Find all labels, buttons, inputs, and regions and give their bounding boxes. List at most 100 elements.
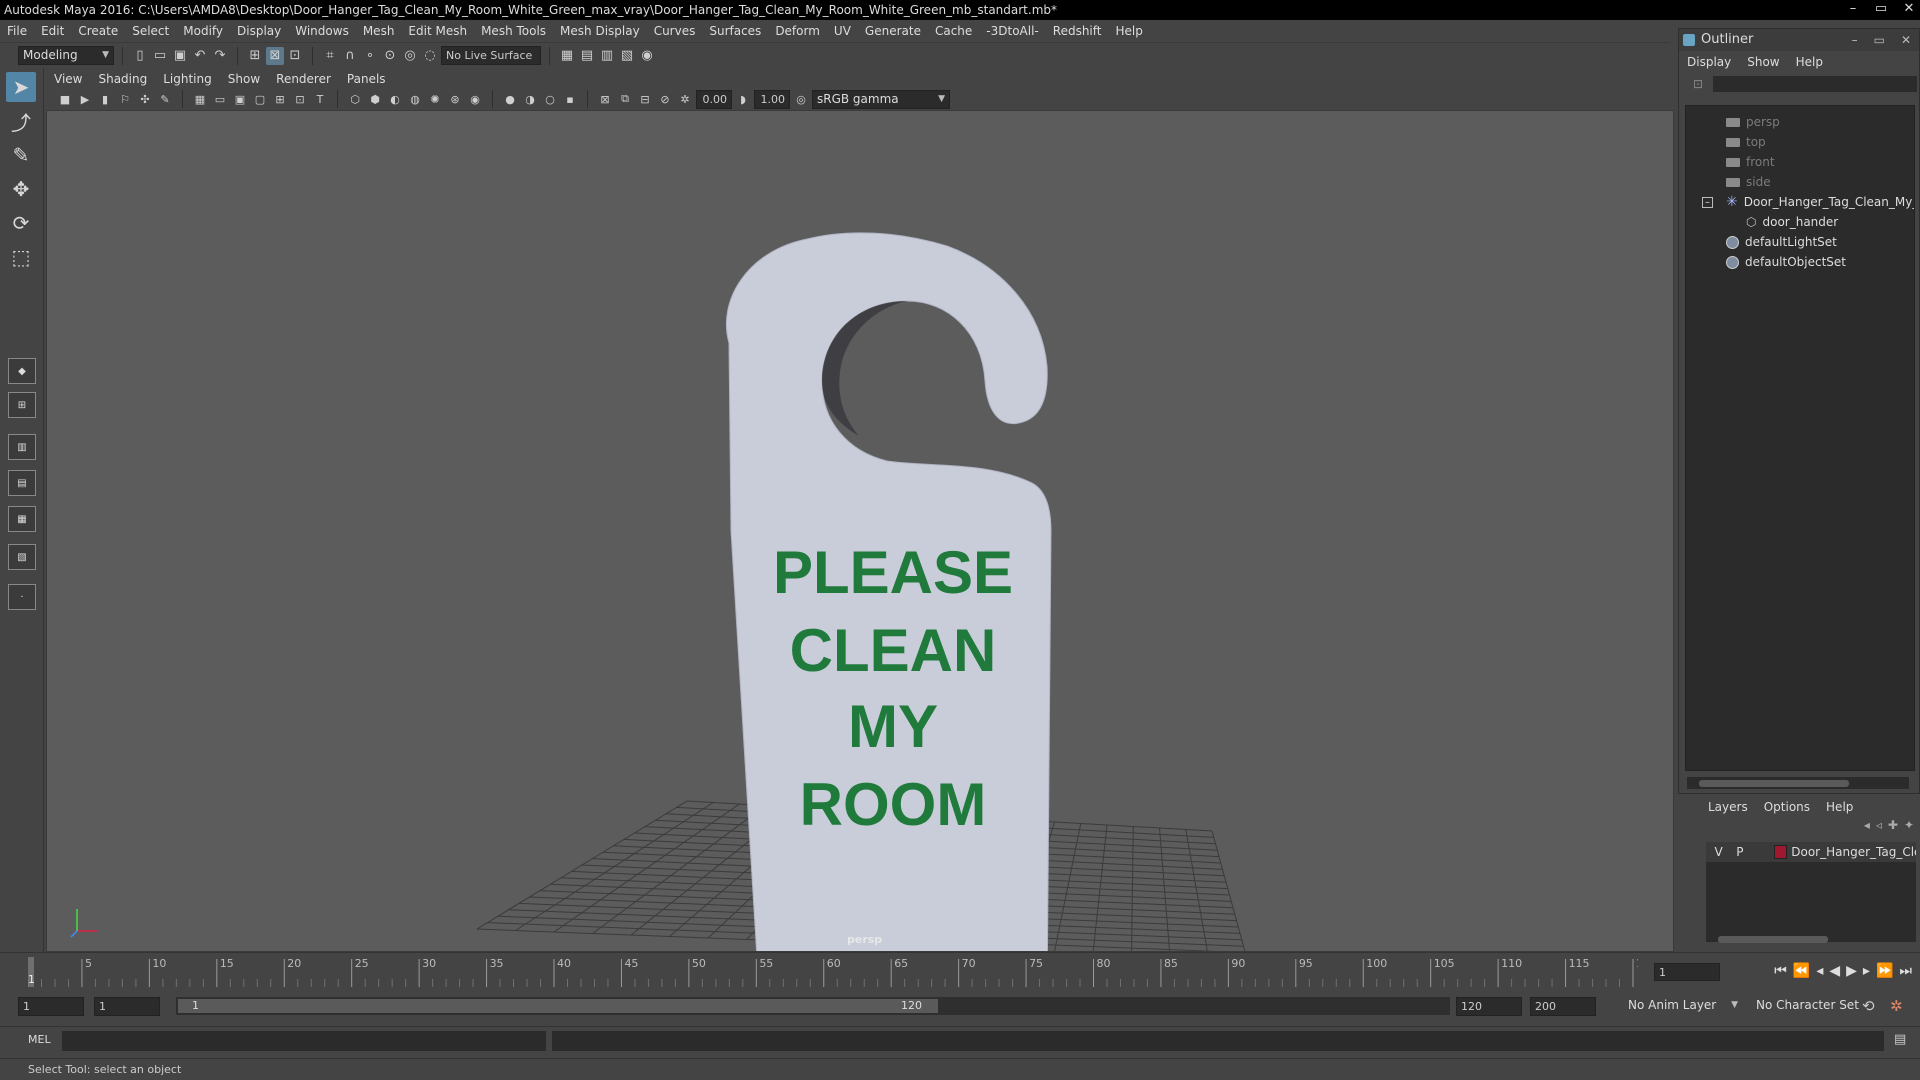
layer-playback-toggle[interactable]: P (1731, 845, 1748, 859)
paint-select-tool-icon[interactable]: ✎ (6, 140, 36, 170)
minimize-icon[interactable]: – (1852, 29, 1858, 51)
playback-end-field[interactable]: 120 (1456, 997, 1522, 1016)
outliner-horizontal-scrollbar[interactable] (1687, 777, 1909, 789)
scale-tool-icon[interactable]: ⬚ (6, 242, 36, 272)
current-frame-field[interactable]: 1 (1654, 963, 1720, 981)
single-perspective-layout-icon[interactable]: ◆ (8, 358, 36, 384)
open-scene-icon[interactable]: ▭ (151, 47, 169, 65)
playback-range-handle[interactable]: 1 120 (178, 999, 938, 1013)
menu-edit[interactable]: Edit (34, 24, 71, 38)
step-back-frame-icon[interactable]: ◂ (1816, 963, 1823, 979)
new-layer-icon[interactable]: ✚ (1888, 818, 1898, 838)
move-layer-up-icon[interactable]: ◂ (1864, 818, 1870, 838)
bookmark-icon[interactable]: ▮ (96, 90, 114, 108)
antialiasing-icon[interactable]: ◑ (521, 90, 539, 108)
menu-redshift[interactable]: Redshift (1046, 24, 1109, 38)
minimize-icon[interactable]: – (1846, 0, 1860, 20)
menu-deform[interactable]: Deform (768, 24, 827, 38)
menu-modify[interactable]: Modify (176, 24, 230, 38)
layer-row[interactable]: V P Door_Hanger_Tag_Cle (1706, 842, 1916, 862)
script-editor-icon[interactable]: ▤ (1894, 1032, 1906, 1047)
xray-icon[interactable]: ▪ (561, 90, 579, 108)
camera-tools-icon[interactable]: ▶ (76, 90, 94, 108)
outliner-menu-display[interactable]: Display (1679, 55, 1739, 69)
wireframe-on-shaded-icon[interactable]: ◐ (386, 90, 404, 108)
panel-menu-lighting[interactable]: Lighting (155, 72, 220, 86)
menu-create[interactable]: Create (71, 24, 125, 38)
grid-toggle-icon[interactable]: ▦ (191, 90, 209, 108)
hypershade-icon[interactable]: ◉ (638, 47, 656, 65)
panel-menu-panels[interactable]: Panels (339, 72, 394, 86)
panel-menu-shading[interactable]: Shading (90, 72, 155, 86)
outliner-menu-help[interactable]: Help (1788, 55, 1831, 69)
go-to-end-icon[interactable]: ⏭ (1899, 963, 1912, 979)
safe-title-icon[interactable]: T (311, 90, 329, 108)
grease-pencil-icon[interactable]: ✎ (156, 90, 174, 108)
menu-display[interactable]: Display (230, 24, 288, 38)
render-settings-icon[interactable]: ▧ (618, 47, 636, 65)
save-scene-icon[interactable]: ▣ (171, 47, 189, 65)
step-back-key-icon[interactable]: ⏪ (1793, 963, 1810, 979)
gamma-field[interactable]: 1.00 (754, 89, 790, 109)
outliner-item[interactable]: persp (1726, 112, 1780, 132)
character-set-dropdown[interactable]: No Character Set (1752, 997, 1860, 1016)
redo-icon[interactable]: ↷ (211, 47, 229, 65)
image-plane-icon[interactable]: ⚐ (116, 90, 134, 108)
playback-range-bar[interactable]: 1 120 (176, 997, 1450, 1015)
outliner-search-input[interactable] (1713, 76, 1918, 92)
move-layer-down-icon[interactable]: ◃ (1876, 818, 1882, 838)
outliner-item[interactable]: ⬡ door_hander (1746, 212, 1838, 232)
live-surface-field[interactable]: No Live Surface (441, 46, 541, 65)
filter-icon[interactable]: ⊡ (1693, 77, 1703, 91)
color-management-icon[interactable]: ◎ (792, 90, 810, 108)
menu-curves[interactable]: Curves (647, 24, 703, 38)
ambient-occlusion-icon[interactable]: ◉ (466, 90, 484, 108)
lasso-tool-icon[interactable]: ⤴ (6, 106, 36, 136)
layer-menu-options[interactable]: Options (1756, 800, 1818, 814)
2d-pan-zoom-icon[interactable]: ✣ (136, 90, 154, 108)
gate-mask-icon[interactable]: ▢ (251, 90, 269, 108)
maximize-icon[interactable]: ▭ (1874, 29, 1885, 51)
outliner-item[interactable]: defaultObjectSet (1726, 252, 1846, 272)
menu-help[interactable]: Help (1108, 24, 1149, 38)
outliner-item[interactable]: – ✳ Door_Hanger_Tag_Clean_My_R (1702, 192, 1914, 212)
scrollbar-thumb[interactable] (1718, 936, 1828, 943)
playback-start-field[interactable]: 1 (94, 997, 160, 1016)
snap-view-icon[interactable]: ⊙ (381, 47, 399, 65)
menu-mesh-display[interactable]: Mesh Display (553, 24, 647, 38)
maximize-icon[interactable]: ▭ (1874, 0, 1888, 20)
smooth-shade-icon[interactable]: ⬢ (366, 90, 384, 108)
undo-icon[interactable]: ↶ (191, 47, 209, 65)
depth-of-field-icon[interactable]: ○ (541, 90, 559, 108)
persp-outliner-layout-icon[interactable]: ▥ (8, 434, 36, 460)
outliner-item[interactable]: side (1726, 172, 1771, 192)
field-chart-icon[interactable]: ⊞ (271, 90, 289, 108)
layer-color-swatch[interactable] (1773, 845, 1788, 859)
camera-attributes-icon[interactable]: ■ (56, 90, 74, 108)
collapse-icon[interactable]: – (1702, 196, 1713, 208)
select-tool-icon[interactable]: ➤ (6, 72, 36, 102)
snap-curve-icon[interactable]: ∩ (341, 47, 359, 65)
motion-blur-icon[interactable]: ● (501, 90, 519, 108)
persp-graph-layout-icon[interactable]: ▤ (8, 470, 36, 496)
new-layer-selected-icon[interactable]: ✦ (1904, 818, 1914, 838)
make-live-icon[interactable]: ◌ (421, 47, 439, 65)
view-transform-dropdown[interactable]: sRGB gamma ▼ (812, 89, 950, 109)
perspective-viewport[interactable]: PLEASE CLEAN MY ROOM persp (46, 110, 1674, 952)
menu-mesh[interactable]: Mesh (356, 24, 402, 38)
auto-key-icon[interactable]: ⟲ (1862, 997, 1875, 1015)
menu-surfaces[interactable]: Surfaces (702, 24, 768, 38)
command-input[interactable] (62, 1031, 546, 1051)
menu-set-dropdown[interactable]: Modeling ▼ (18, 46, 114, 65)
layer-visibility-toggle[interactable]: V (1710, 845, 1727, 859)
step-forward-frame-icon[interactable]: ▸ (1863, 963, 1870, 979)
four-view-layout-icon[interactable]: ⊞ (8, 392, 36, 418)
outliner-item[interactable]: defaultLightSet (1726, 232, 1837, 252)
gamma-icon[interactable]: ◗ (734, 90, 752, 108)
xray-joints-icon[interactable]: ⧉ (616, 90, 634, 108)
command-language-label[interactable]: MEL (28, 1033, 51, 1046)
hypershade-layout-icon[interactable]: ▦ (8, 506, 36, 532)
menu-edit-mesh[interactable]: Edit Mesh (401, 24, 474, 38)
select-object-icon[interactable]: ⊠ (266, 46, 284, 65)
animation-start-field[interactable]: 1 (18, 997, 84, 1016)
